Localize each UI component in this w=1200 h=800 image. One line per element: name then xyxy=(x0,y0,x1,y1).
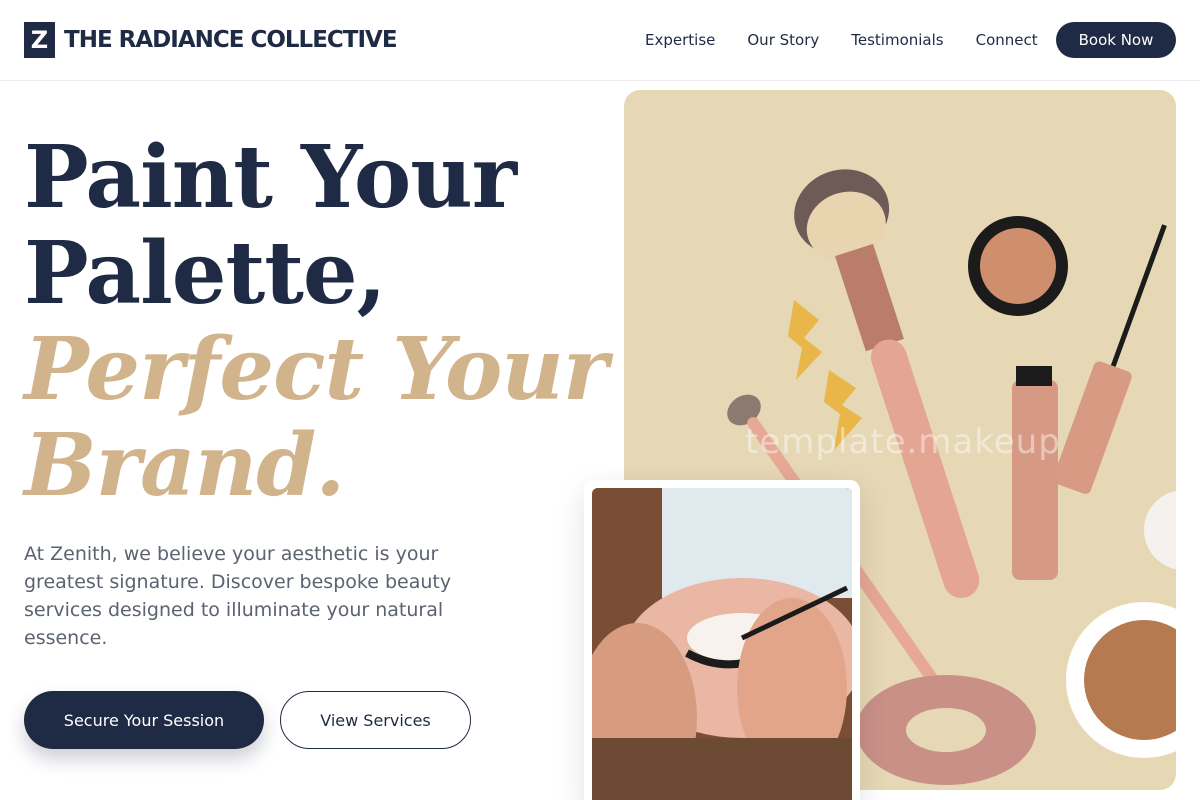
watermark-text: template.makeup xyxy=(745,422,1061,462)
headline-line-3: Perfect Your xyxy=(24,319,608,420)
lash-illustration xyxy=(592,488,852,800)
brand-name: THE RADIANCE COLLECTIVE xyxy=(64,27,398,53)
lash-service-photo xyxy=(592,488,852,800)
headline-line-1: Paint Your xyxy=(24,127,517,228)
nav-testimonials[interactable]: Testimonials xyxy=(851,31,943,49)
view-services-button[interactable]: View Services xyxy=(280,691,471,749)
hero-description: At Zenith, we believe your aesthetic is … xyxy=(24,543,452,649)
site-header: Z THE RADIANCE COLLECTIVE Expertise Our … xyxy=(0,0,1200,81)
nav-our-story[interactable]: Our Story xyxy=(747,31,819,49)
headline-line-2: Palette, xyxy=(24,223,387,324)
hero-headline: Paint Your Palette, Perfect Your Brand. xyxy=(24,127,608,516)
lash-service-card xyxy=(584,480,860,800)
brand-logo[interactable]: Z THE RADIANCE COLLECTIVE xyxy=(24,22,398,58)
nav-connect[interactable]: Connect xyxy=(976,31,1038,49)
main-nav: Expertise Our Story Testimonials Connect xyxy=(645,31,1038,49)
book-now-button[interactable]: Book Now xyxy=(1056,22,1176,58)
secure-session-button[interactable]: Secure Your Session xyxy=(24,691,264,749)
logo-mark: Z xyxy=(24,22,55,58)
headline-line-4: Brand. xyxy=(24,415,345,516)
nav-expertise[interactable]: Expertise xyxy=(645,31,715,49)
